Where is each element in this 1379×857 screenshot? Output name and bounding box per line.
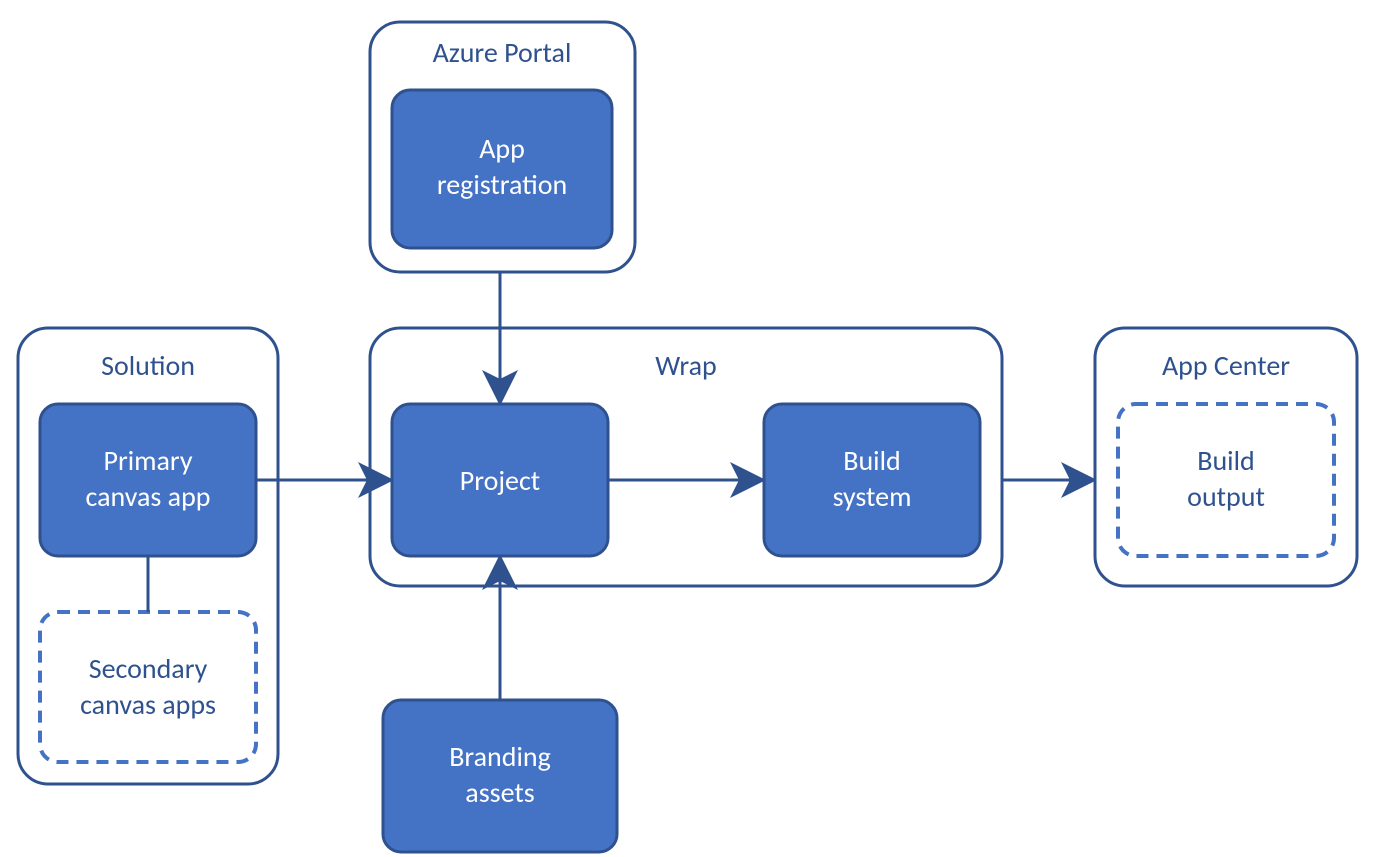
architecture-diagram: Azure Portal App registration Solution P… [0, 0, 1379, 857]
node-build-system: Build system [764, 404, 980, 556]
node-branding-assets: Branding assets [383, 700, 617, 852]
group-solution-title: Solution [101, 348, 195, 383]
node-branding-assets-line2: assets [465, 775, 534, 810]
node-build-output-line1: Build [1197, 443, 1255, 478]
node-primary-canvas-app-line2: canvas app [85, 479, 210, 514]
node-primary-canvas-app-line1: Primary [103, 443, 192, 478]
node-project-line1: Project [460, 463, 540, 498]
node-build-system-line2: system [833, 479, 912, 514]
group-app-center-title: App Center [1162, 348, 1290, 383]
node-project: Project [392, 404, 608, 556]
node-build-system-line1: Build [843, 443, 901, 478]
group-wrap-title: Wrap [655, 348, 716, 383]
node-primary-canvas-app: Primary canvas app [40, 404, 256, 556]
node-secondary-canvas-apps-line1: Secondary [89, 651, 208, 686]
node-secondary-canvas-apps: Secondary canvas apps [40, 612, 256, 762]
node-app-registration-line2: registration [437, 167, 567, 202]
node-branding-assets-line1: Branding [449, 739, 551, 774]
node-secondary-canvas-apps-line2: canvas apps [80, 687, 216, 722]
group-azure-portal-title: Azure Portal [433, 35, 572, 70]
node-build-output: Build output [1118, 404, 1334, 556]
node-app-registration-line1: App [479, 131, 525, 166]
node-app-registration: App registration [392, 90, 612, 248]
node-build-output-line2: output [1187, 479, 1265, 514]
